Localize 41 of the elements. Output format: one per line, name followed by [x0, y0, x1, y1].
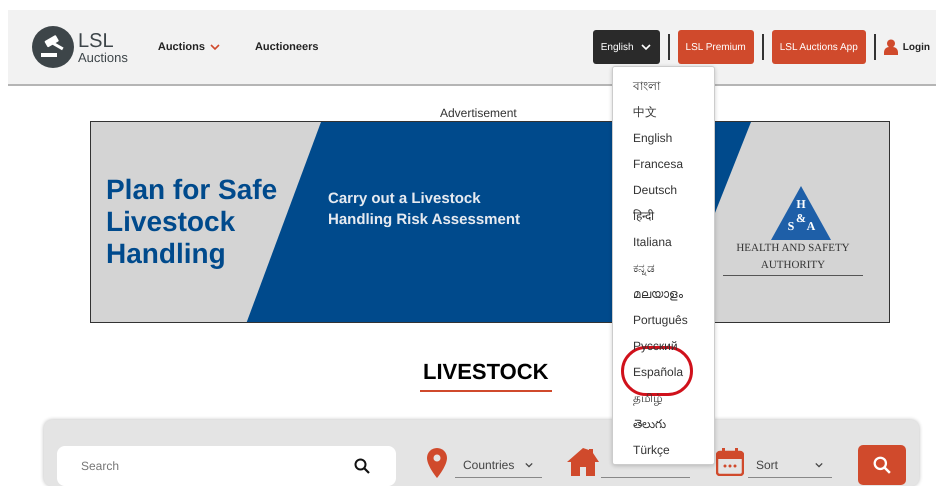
search-icon: [354, 458, 370, 474]
house-icon: [567, 448, 599, 478]
search-button[interactable]: [858, 445, 906, 485]
language-option[interactable]: മലയാളം: [613, 281, 714, 307]
select-field[interactable]: Countries: [455, 452, 542, 478]
select-field[interactable]: Sort: [748, 452, 832, 478]
language-option[interactable]: Española: [613, 359, 714, 385]
search-field[interactable]: Search: [57, 446, 396, 486]
authority-name: HEALTH AND SAFETY AUTHORITY: [723, 240, 863, 276]
header-button[interactable]: LSL Auctions App: [772, 30, 866, 64]
language-option[interactable]: Deutsch: [613, 177, 714, 203]
header-button[interactable]: LSL Premium: [678, 30, 754, 64]
language-option[interactable]: বাংলা: [613, 73, 714, 99]
language-option[interactable]: Türkçe: [613, 437, 714, 463]
authority-logo: H S&A: [771, 186, 831, 240]
user-icon: [884, 39, 898, 55]
banner-subline: Carry out a Livestock Handling Risk Assessment: [328, 189, 522, 230]
language-option[interactable]: Português: [613, 307, 714, 333]
language-option[interactable]: Italiana: [613, 229, 714, 255]
gavel-icon: [32, 26, 74, 68]
chevron-icon: [814, 460, 824, 468]
language-option[interactable]: Francesa: [613, 151, 714, 177]
nav-link[interactable]: Auctioneers: [254, 38, 319, 56]
nav-link[interactable]: Auctions: [158, 38, 221, 56]
advertisement-label: Advertisement: [440, 105, 517, 122]
banner-headline: Plan for Safe Livestock Handling: [106, 174, 278, 270]
login-link[interactable]: Login: [884, 39, 930, 55]
logo-title: LSL: [78, 30, 115, 50]
section-title: LIVESTOCK: [420, 355, 552, 392]
calendar-icon: [716, 448, 744, 476]
logo-subtitle: Auctions: [78, 50, 128, 64]
language-option[interactable]: हिन्दी: [613, 203, 714, 229]
location-pin-icon: [427, 448, 447, 478]
language-option[interactable]: 中文: [613, 99, 714, 125]
search-icon: [873, 456, 891, 474]
language-option[interactable]: తెలుగు: [613, 411, 714, 437]
language-option[interactable]: English: [613, 125, 714, 151]
language-button[interactable]: English: [592, 30, 660, 64]
chevron-icon: [640, 42, 652, 52]
language-option[interactable]: ಕನ್ನಡ: [613, 255, 714, 281]
chevron-icon: [524, 460, 534, 468]
